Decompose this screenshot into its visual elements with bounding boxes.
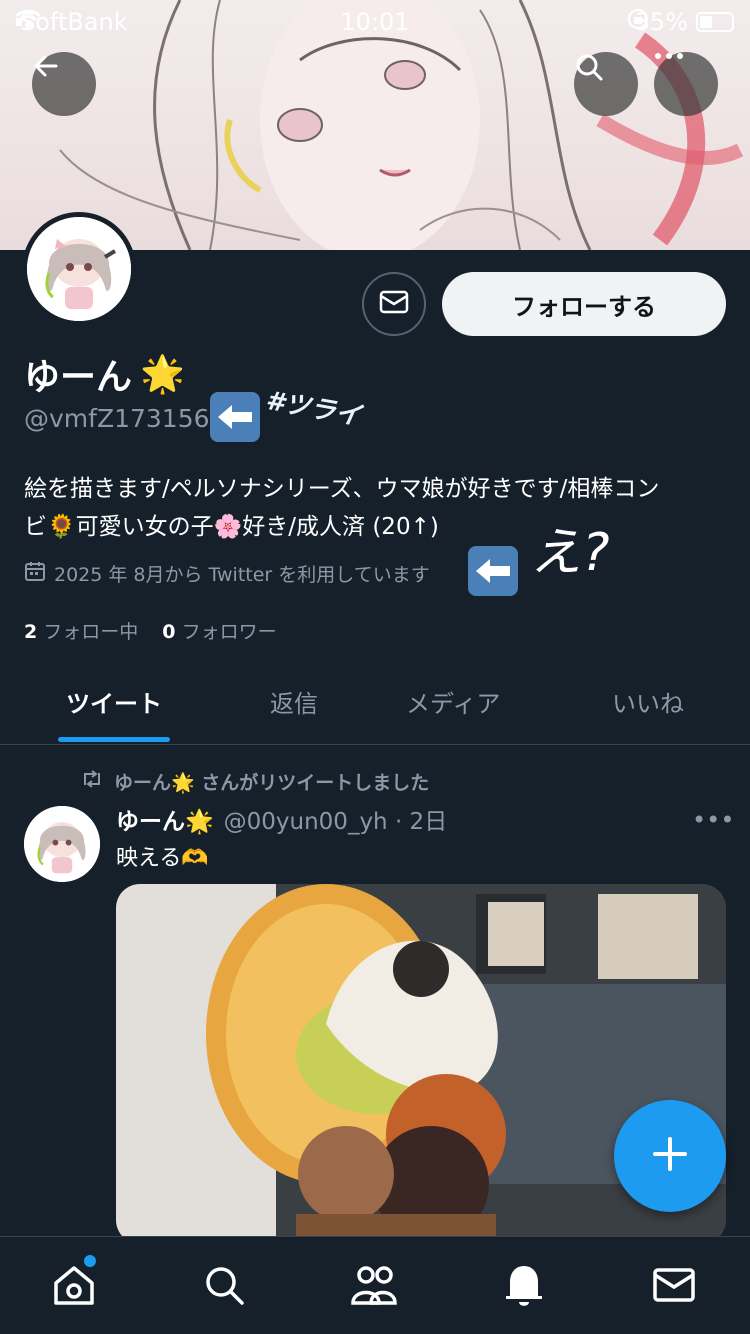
nav-search[interactable] bbox=[200, 1263, 248, 1311]
tweet-more-icon[interactable]: ••• bbox=[692, 806, 734, 834]
following-link[interactable]: 2 フォロー中 bbox=[24, 617, 138, 644]
retweet-notice: ゆーん🌟 さんがリツイートしました bbox=[80, 768, 429, 795]
retweet-icon bbox=[80, 769, 104, 794]
follow-button[interactable]: フォローする bbox=[442, 272, 726, 336]
status-right: 35% bbox=[627, 8, 734, 36]
compose-tweet-button[interactable] bbox=[614, 1100, 726, 1212]
joined-date: 2025 年 8月から Twitter を利用しています bbox=[24, 560, 430, 587]
profile-avatar[interactable] bbox=[22, 212, 136, 326]
nav-messages[interactable] bbox=[650, 1263, 698, 1311]
plus-icon bbox=[652, 1136, 688, 1176]
search-button[interactable] bbox=[574, 52, 638, 116]
display-name-row: ゆーん 🌟 bbox=[24, 348, 185, 400]
tab-indicator bbox=[58, 737, 170, 742]
nav-communities[interactable] bbox=[350, 1263, 398, 1311]
followers-count: 0 bbox=[162, 621, 176, 643]
calendar-icon bbox=[24, 560, 46, 587]
back-button[interactable] bbox=[32, 52, 96, 116]
mail-icon bbox=[379, 290, 409, 318]
bio-line: ビ🌻可愛い女の子🌸好き/成人済 (20↑) bbox=[24, 514, 439, 540]
star-emoji: 🌟 bbox=[140, 354, 185, 395]
profile-banner[interactable]: SoftBank 10:01 35% bbox=[0, 0, 750, 250]
following-label: フォロー中 bbox=[43, 621, 139, 643]
tab-replies[interactable]: 返信 bbox=[270, 684, 318, 719]
retweet-text: ゆーん🌟 さんがリツイートしました bbox=[114, 772, 430, 794]
scribble-question: え? bbox=[530, 523, 610, 583]
home-icon bbox=[52, 1263, 96, 1311]
nav-notifications[interactable] bbox=[500, 1263, 548, 1311]
bio-line: 絵を描きます/ペルソナシリーズ、ウマ娘が好きです/相棒コン bbox=[24, 476, 660, 502]
message-button[interactable] bbox=[362, 272, 426, 336]
followers-label: フォロワー bbox=[181, 621, 277, 643]
tab-tweets[interactable]: ツイート bbox=[66, 684, 162, 719]
left-arrow-emoji-icon bbox=[468, 546, 518, 596]
tab-media[interactable]: メディア bbox=[406, 684, 500, 719]
joined-text: 2025 年 8月から Twitter を利用しています bbox=[54, 564, 430, 586]
bottom-nav bbox=[0, 1236, 750, 1334]
tweet-author-name[interactable]: ゆーん🌟 bbox=[116, 802, 214, 836]
tweet-author-avatar[interactable] bbox=[24, 806, 100, 882]
display-name: ゆーん bbox=[24, 357, 133, 398]
search-icon bbox=[202, 1263, 246, 1311]
tweet-text: 映える🫶 bbox=[116, 846, 209, 871]
avatar-image bbox=[24, 806, 100, 882]
profile-tabs: ツイート 返信 メディア いいね bbox=[0, 660, 750, 745]
followers-link[interactable]: 0 フォロワー bbox=[162, 617, 276, 644]
notifications-icon bbox=[502, 1262, 546, 1312]
more-button[interactable] bbox=[654, 52, 718, 116]
battery-icon bbox=[696, 12, 734, 32]
messages-icon bbox=[652, 1267, 696, 1307]
follow-counts: 2 フォロー中 0 フォロワー bbox=[24, 617, 277, 644]
nav-home[interactable] bbox=[50, 1263, 98, 1311]
left-arrow-emoji-icon bbox=[210, 392, 260, 442]
following-count: 2 bbox=[24, 621, 38, 643]
tweet-header: ゆーん🌟 @00yun00_yh · 2日 bbox=[116, 802, 447, 836]
tweet-author-handle: @00yun00_yh · 2日 bbox=[223, 809, 448, 835]
avatar-image bbox=[27, 217, 131, 321]
profile-bio: 絵を描きます/ペルソナシリーズ、ウマ娘が好きです/相棒コン ビ🌻可愛い女の子🌸好… bbox=[24, 470, 724, 546]
scribble-tag: #ツライ bbox=[263, 385, 364, 433]
communities-icon bbox=[350, 1263, 398, 1311]
home-notification-dot bbox=[84, 1255, 96, 1267]
status-bar: SoftBank 10:01 35% bbox=[0, 0, 750, 44]
tab-likes[interactable]: いいね bbox=[612, 684, 684, 719]
user-handle: @vmfZ173156 bbox=[24, 404, 210, 433]
